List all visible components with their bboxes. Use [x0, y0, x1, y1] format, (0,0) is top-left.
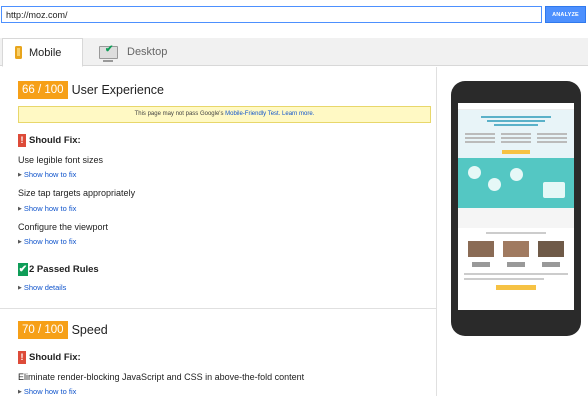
triangle-right-icon: ▶: [18, 285, 22, 291]
tab-desktop[interactable]: ✔ Desktop: [93, 38, 188, 66]
tab-mobile-label: Mobile: [29, 46, 62, 59]
panel-divider: [436, 67, 437, 396]
phone-icon: [15, 46, 22, 59]
device-tabs: Mobile ✔ Desktop: [0, 38, 588, 67]
show-how-to-fix-link[interactable]: ▶ Show how to fix: [18, 387, 76, 396]
rule-title: Eliminate render-blocking JavaScript and…: [18, 372, 305, 382]
monitor-icon: ✔: [99, 43, 118, 62]
page-screenshot-preview: [458, 103, 574, 310]
check-icon: ✔: [18, 263, 28, 276]
show-details-link[interactable]: ▶ Show details: [18, 283, 66, 292]
speed-score-row: 70 / 100 Speed: [18, 321, 108, 339]
tab-desktop-label: Desktop: [127, 46, 168, 58]
ux-score-row: 66 / 100 User Experience: [18, 81, 164, 99]
warning-icon: !: [18, 351, 26, 364]
should-fix-label: Should Fix:: [29, 352, 81, 363]
passed-rules-heading: ✔ 2 Passed Rules: [18, 263, 99, 276]
triangle-right-icon: ▶: [18, 239, 22, 245]
notice-text: This page may not pass Google's: [134, 111, 224, 117]
tab-mobile[interactable]: Mobile: [2, 38, 83, 67]
mobile-friendly-test-link[interactable]: Mobile-Friendly Test.: [225, 111, 280, 117]
ux-title: User Experience: [71, 83, 164, 97]
learn-more-link[interactable]: Learn more.: [282, 111, 314, 117]
triangle-right-icon: ▶: [18, 389, 22, 395]
url-input[interactable]: [1, 6, 542, 23]
speed-score-badge: 70 / 100: [18, 321, 68, 339]
check-icon: ✔: [105, 43, 114, 55]
ux-score-badge: 66 / 100: [18, 81, 68, 99]
passed-rules-label: 2 Passed Rules: [29, 264, 99, 275]
speed-title: Speed: [71, 323, 108, 337]
show-how-to-fix-link[interactable]: ▶ Show how to fix: [18, 204, 76, 213]
triangle-right-icon: ▶: [18, 172, 22, 178]
results-panel: 66 / 100 User Experience This page may n…: [0, 67, 436, 396]
speed-should-fix-heading: ! Should Fix:: [18, 351, 81, 364]
rule-title: Size tap targets appropriately: [18, 188, 136, 198]
mobile-preview-phone: [451, 81, 581, 336]
show-how-to-fix-link[interactable]: ▶ Show how to fix: [18, 237, 76, 246]
triangle-right-icon: ▶: [18, 206, 22, 212]
ux-should-fix-heading: ! Should Fix:: [18, 134, 81, 147]
section-divider: [0, 308, 436, 309]
url-bar: ANALYZE: [0, 0, 588, 30]
rule-title: Use legible font sizes: [18, 155, 104, 165]
analyze-button[interactable]: ANALYZE: [545, 6, 586, 23]
show-how-to-fix-link[interactable]: ▶ Show how to fix: [18, 170, 76, 179]
mobile-friendly-notice: This page may not pass Google's Mobile-F…: [18, 106, 431, 123]
warning-icon: !: [18, 134, 26, 147]
rule-title: Configure the viewport: [18, 222, 109, 232]
should-fix-label: Should Fix:: [29, 135, 81, 146]
